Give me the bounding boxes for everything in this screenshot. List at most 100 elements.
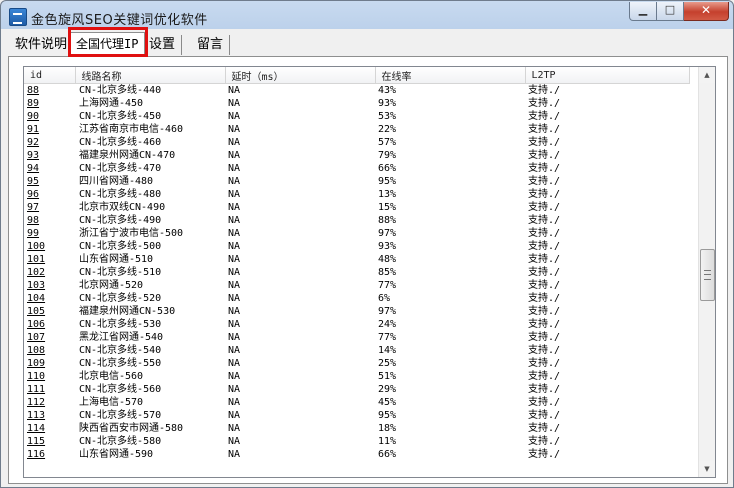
table-row[interactable]: 106 CN-北京多线-530 NA 24% 支持./ [24,318,689,331]
cell-latency: NA [228,150,241,161]
cell-online-rate: 18% [378,423,397,434]
cell-id[interactable]: 95 [24,175,75,188]
cell-id[interactable]: 100 [24,240,75,253]
table-row[interactable]: 97 北京市双线CN-490 NA 15% 支持./ [24,201,689,214]
table-row[interactable]: 93 福建泉州网通CN-470 NA 79% 支持./ [24,149,689,162]
cell-id[interactable]: 107 [24,331,75,344]
cell-id[interactable]: 97 [24,201,75,214]
cell-id[interactable]: 99 [24,227,75,240]
cell-id[interactable]: 109 [24,357,75,370]
cell-l2tp: 支持./ [528,332,561,343]
scroll-up-button[interactable]: ▲ [699,67,715,83]
table-row[interactable]: 115 CN-北京多线-580 NA 11% 支持./ [24,435,689,448]
table-row[interactable]: 96 CN-北京多线-480 NA 13% 支持./ [24,188,689,201]
minimize-button[interactable]: ▁ [629,2,657,21]
cell-id[interactable]: 112 [24,396,75,409]
close-button[interactable]: ✕ [684,2,729,21]
cell-id[interactable]: 111 [24,383,75,396]
cell-l2tp: 支持./ [528,384,561,395]
proxy-list-view[interactable]: id 线路名称 延时（ms） 在线率 L2TP 88 CN-北京多线-440 NA 4… [23,66,716,478]
cell-id[interactable]: 96 [24,188,75,201]
cell-id[interactable]: 106 [24,318,75,331]
cell-line-name: 上海网通-450 [79,98,144,109]
table-row[interactable]: 102 CN-北京多线-510 NA 85% 支持./ [24,266,689,279]
vertical-scrollbar[interactable]: ▲ ▼ [698,67,715,477]
cell-id[interactable]: 91 [24,123,75,136]
cell-latency: NA [228,202,241,213]
cell-id[interactable]: 113 [24,409,75,422]
tab-national-proxy-ip[interactable]: 全国代理IP [69,32,146,57]
maximize-button[interactable]: □ [657,2,684,21]
cell-latency: NA [228,449,241,460]
table-row[interactable]: 92 CN-北京多线-460 NA 57% 支持./ [24,136,689,149]
table-row[interactable]: 104 CN-北京多线-520 NA 6% 支持./ [24,292,689,305]
scroll-down-button[interactable]: ▼ [699,461,715,477]
table-row[interactable]: 110 北京电信-560 NA 51% 支持./ [24,370,689,383]
table-row[interactable]: 109 CN-北京多线-550 NA 25% 支持./ [24,357,689,370]
table-row[interactable]: 99 浙江省宁波市电信-500 NA 97% 支持./ [24,227,689,240]
table-row[interactable]: 100 CN-北京多线-500 NA 93% 支持./ [24,240,689,253]
column-header-latency[interactable]: 延时（ms） [225,67,376,84]
cell-id[interactable]: 116 [24,448,75,461]
cell-online-rate: 29% [378,384,397,395]
cell-line-name: 黑龙江省网通-540 [79,332,164,343]
cell-id[interactable]: 101 [24,253,75,266]
table-row[interactable]: 95 四川省网通-480 NA 95% 支持./ [24,175,689,188]
cell-id[interactable]: 114 [24,422,75,435]
cell-id[interactable]: 105 [24,305,75,318]
cell-line-name: 浙江省宁波市电信-500 [79,228,184,239]
cell-online-rate: 25% [378,358,397,369]
tab-messages[interactable]: 留言 [191,35,231,55]
column-header-online-rate[interactable]: 在线率 [375,67,526,84]
cell-latency: NA [228,163,241,174]
table-row[interactable]: 88 CN-北京多线-440 NA 43% 支持./ [24,84,689,98]
table-row[interactable]: 94 CN-北京多线-470 NA 66% 支持./ [24,162,689,175]
cell-latency: NA [228,319,241,330]
cell-l2tp: 支持./ [528,358,561,369]
cell-id[interactable]: 89 [24,97,75,110]
cell-id[interactable]: 94 [24,162,75,175]
cell-online-rate: 24% [378,319,397,330]
table-row[interactable]: 105 福建泉州网通CN-530 NA 97% 支持./ [24,305,689,318]
table-row[interactable]: 116 山东省网通-590 NA 66% 支持./ [24,448,689,461]
cell-id[interactable]: 102 [24,266,75,279]
table-row[interactable]: 98 CN-北京多线-490 NA 88% 支持./ [24,214,689,227]
table-row[interactable]: 111 CN-北京多线-560 NA 29% 支持./ [24,383,689,396]
table-row[interactable]: 108 CN-北京多线-540 NA 14% 支持./ [24,344,689,357]
table-row[interactable]: 112 上海电信-570 NA 45% 支持./ [24,396,689,409]
table-row[interactable]: 107 黑龙江省网通-540 NA 77% 支持./ [24,331,689,344]
scrollbar-thumb[interactable] [700,249,715,301]
cell-id[interactable]: 88 [24,84,75,98]
table-row[interactable]: 91 江苏省南京市电信-460 NA 22% 支持./ [24,123,689,136]
cell-online-rate: 57% [378,137,397,148]
cell-id[interactable]: 92 [24,136,75,149]
column-header-id[interactable]: id [24,67,76,84]
title-bar[interactable]: 金色旋风SEO关键词优化软件 ▁ □ ✕ [1,1,734,31]
cell-online-rate: 13% [378,189,397,200]
cell-id[interactable]: 108 [24,344,75,357]
cell-latency: NA [228,345,241,356]
tab-settings[interactable]: 设置 [143,35,183,55]
column-header-line-name[interactable]: 线路名称 [75,67,226,84]
cell-id[interactable]: 115 [24,435,75,448]
cell-line-name: CN-北京多线-540 [79,345,162,356]
cell-id[interactable]: 103 [24,279,75,292]
table-row[interactable]: 90 CN-北京多线-450 NA 53% 支持./ [24,110,689,123]
table-row[interactable]: 89 上海网通-450 NA 93% 支持./ [24,97,689,110]
table-row[interactable]: 114 陕西省西安市网通-580 NA 18% 支持./ [24,422,689,435]
tab-software-info[interactable]: 软件说明 [9,35,75,55]
cell-id[interactable]: 90 [24,110,75,123]
cell-line-name: CN-北京多线-510 [79,267,162,278]
column-header-l2tp[interactable]: L2TP [525,67,690,84]
cell-id[interactable]: 110 [24,370,75,383]
cell-id[interactable]: 104 [24,292,75,305]
table-row[interactable]: 113 CN-北京多线-570 NA 95% 支持./ [24,409,689,422]
cell-id[interactable]: 93 [24,149,75,162]
cell-latency: NA [228,254,241,265]
table-row[interactable]: 101 山东省网通-510 NA 48% 支持./ [24,253,689,266]
table-row[interactable]: 103 北京网通-520 NA 77% 支持./ [24,279,689,292]
cell-id[interactable]: 98 [24,214,75,227]
cell-online-rate: 22% [378,124,397,135]
cell-l2tp: 支持./ [528,215,561,226]
cell-l2tp: 支持./ [528,163,561,174]
